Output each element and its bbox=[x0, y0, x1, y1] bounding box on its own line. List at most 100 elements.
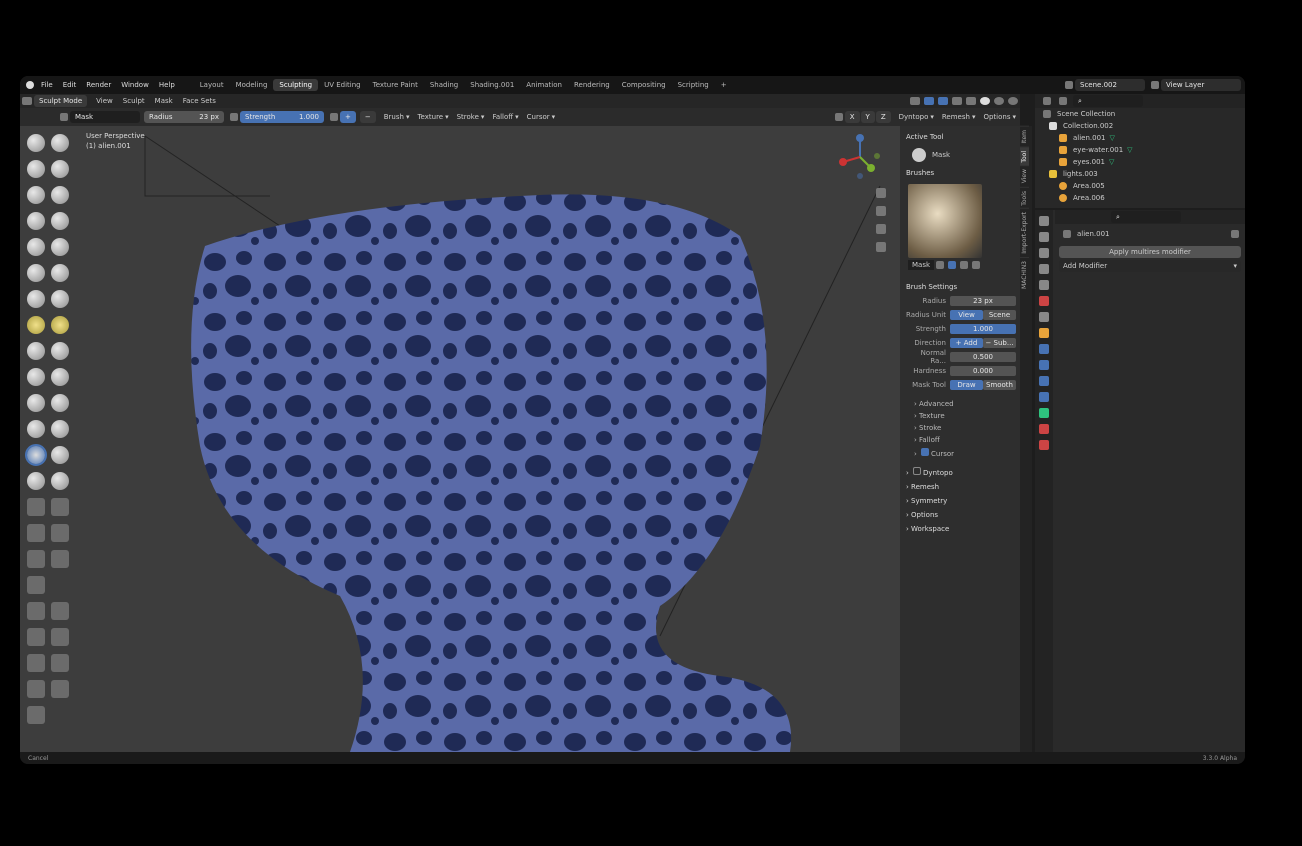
direction-subtract[interactable]: − Sub... bbox=[983, 338, 1016, 348]
cursor-subpanel[interactable]: › Cursor bbox=[900, 446, 1020, 460]
fill-brush-icon[interactable] bbox=[51, 264, 69, 282]
camera-icon[interactable] bbox=[876, 224, 886, 234]
output-tab-icon[interactable] bbox=[1039, 248, 1049, 258]
dyntopo-panel[interactable]: › Dyntopo bbox=[900, 464, 1020, 480]
dyntopo-checkbox[interactable] bbox=[913, 467, 922, 475]
physics-tab-icon[interactable] bbox=[1039, 376, 1049, 386]
properties-search-input[interactable]: ⌕ bbox=[1111, 211, 1181, 223]
move-tool-icon[interactable] bbox=[27, 654, 45, 672]
texture-tab-icon[interactable] bbox=[1039, 440, 1049, 450]
menu-window[interactable]: Window bbox=[116, 81, 154, 89]
advanced-subpanel[interactable]: › Advanced bbox=[900, 398, 1020, 410]
mesh-filter-icon[interactable] bbox=[27, 602, 45, 620]
menu-render[interactable]: Render bbox=[81, 81, 116, 89]
display-mode-icon[interactable] bbox=[1043, 97, 1051, 105]
brush-name-field[interactable]: Mask bbox=[70, 111, 140, 123]
mode-selector[interactable]: Sculpt Mode bbox=[34, 95, 88, 107]
slide-relax-brush-icon[interactable] bbox=[27, 420, 45, 438]
close-icon[interactable] bbox=[972, 261, 981, 269]
outliner-row[interactable]: eyes.001 ▽ bbox=[1035, 156, 1245, 168]
outliner-row[interactable]: Area.005 bbox=[1035, 180, 1245, 192]
crease-brush-icon[interactable] bbox=[27, 238, 45, 256]
tool-tab-icon[interactable] bbox=[1039, 216, 1049, 226]
cursor-dropdown[interactable]: Cursor ▾ bbox=[523, 113, 560, 121]
workspace-panel[interactable]: › Workspace bbox=[900, 522, 1020, 536]
editor-type-icon[interactable] bbox=[22, 97, 32, 105]
axis-z-toggle[interactable]: Z bbox=[875, 111, 891, 123]
dyntopo-dropdown[interactable]: Dyntopo ▾ bbox=[895, 113, 938, 121]
tab-rendering[interactable]: Rendering bbox=[568, 79, 616, 91]
line-project-icon[interactable] bbox=[27, 576, 45, 594]
3d-viewport[interactable]: User Perspective (1) alien.001 bbox=[20, 126, 1020, 752]
tab-shading-001[interactable]: Shading.001 bbox=[464, 79, 520, 91]
menu-file[interactable]: File bbox=[36, 81, 58, 89]
scene-tab-icon[interactable] bbox=[1039, 280, 1049, 290]
axis-y-toggle[interactable]: Y bbox=[860, 111, 875, 123]
direction-add[interactable]: + Add bbox=[950, 338, 983, 348]
axis-x-toggle[interactable]: X bbox=[844, 111, 860, 123]
outliner-row[interactable]: alien.001 ▽ bbox=[1035, 132, 1245, 144]
boundary-brush-icon[interactable] bbox=[51, 420, 69, 438]
render-tab-icon[interactable] bbox=[1039, 232, 1049, 242]
box-hide-icon[interactable] bbox=[51, 524, 69, 542]
shading-wireframe-icon[interactable] bbox=[966, 97, 976, 105]
rotate-tool-icon[interactable] bbox=[51, 654, 69, 672]
xray-icon[interactable] bbox=[952, 97, 962, 105]
tab-compositing[interactable]: Compositing bbox=[616, 79, 672, 91]
modifier-tab-icon[interactable] bbox=[1039, 344, 1049, 354]
elastic-deform-brush-icon[interactable] bbox=[27, 342, 45, 360]
material-tab-icon[interactable] bbox=[1039, 424, 1049, 434]
tab-scripting[interactable]: Scripting bbox=[672, 79, 715, 91]
mask-brush-icon[interactable] bbox=[25, 444, 47, 466]
strength-field[interactable]: Strength 1.000 bbox=[240, 111, 324, 123]
flatten-brush-icon[interactable] bbox=[27, 264, 45, 282]
navigation-gizmo[interactable] bbox=[835, 132, 885, 182]
menu-mask[interactable]: Mask bbox=[150, 97, 178, 105]
clay-brush-icon[interactable] bbox=[27, 160, 45, 178]
transform-tool-icon[interactable] bbox=[51, 680, 69, 698]
add-modifier-dropdown[interactable]: Add Modifier ▾ bbox=[1059, 260, 1241, 272]
collection-tab-icon[interactable] bbox=[1039, 312, 1049, 322]
brush-preview[interactable] bbox=[908, 184, 982, 258]
blender-logo-icon[interactable] bbox=[26, 81, 34, 89]
world-tab-icon[interactable] bbox=[1039, 296, 1049, 306]
falloff-subpanel[interactable]: › Falloff bbox=[900, 434, 1020, 446]
rotate-brush-icon[interactable] bbox=[51, 394, 69, 412]
shading-material-icon[interactable] bbox=[994, 97, 1004, 105]
object-types-icon[interactable] bbox=[910, 97, 920, 105]
box-face-set-icon[interactable] bbox=[27, 550, 45, 568]
mask-tool-smooth[interactable]: Smooth bbox=[983, 380, 1016, 390]
draw-sharp-brush-icon[interactable] bbox=[51, 134, 69, 152]
gizmo-icon[interactable] bbox=[924, 97, 934, 105]
tab-texture-paint[interactable]: Texture Paint bbox=[367, 79, 424, 91]
view-layer-tab-icon[interactable] bbox=[1039, 264, 1049, 274]
scrape-brush-icon[interactable] bbox=[27, 290, 45, 308]
mask-tool-draw[interactable]: Draw bbox=[950, 380, 983, 390]
pressure-icon[interactable] bbox=[230, 113, 238, 121]
fake-user-icon[interactable] bbox=[936, 261, 945, 269]
scene-field[interactable]: Scene.002 bbox=[1075, 79, 1145, 91]
falloff-dropdown[interactable]: Falloff ▾ bbox=[488, 113, 522, 121]
pinch-brush-icon[interactable] bbox=[27, 316, 45, 334]
tab-view[interactable]: View bbox=[1020, 165, 1029, 187]
hardness-value[interactable]: 0.000 bbox=[950, 366, 1016, 376]
outliner-row[interactable]: Area.006 bbox=[1035, 192, 1245, 204]
apply-multires-button[interactable]: Apply multires modifier bbox=[1059, 246, 1241, 258]
scene-collection-row[interactable]: Scene Collection bbox=[1035, 108, 1245, 120]
blob-brush-icon[interactable] bbox=[51, 212, 69, 230]
view-layer-field[interactable]: View Layer bbox=[1161, 79, 1241, 91]
remesh-panel[interactable]: › Remesh bbox=[900, 480, 1020, 494]
active-tool-header[interactable]: Active Tool bbox=[900, 130, 1020, 144]
pose-brush-icon[interactable] bbox=[51, 368, 69, 386]
nudge-brush-icon[interactable] bbox=[27, 394, 45, 412]
paint-brush-icon[interactable] bbox=[27, 498, 45, 516]
particles-tab-icon[interactable] bbox=[1039, 360, 1049, 370]
cloth-filter-icon[interactable] bbox=[51, 602, 69, 620]
outliner-row[interactable]: eye-water.001 ▽ bbox=[1035, 144, 1245, 156]
multiplane-scrape-brush-icon[interactable] bbox=[51, 290, 69, 308]
cursor-checkbox[interactable] bbox=[921, 448, 930, 456]
radius-row-value[interactable]: 23 px bbox=[950, 296, 1016, 306]
options-panel[interactable]: › Options bbox=[900, 508, 1020, 522]
snake-hook-brush-icon[interactable] bbox=[51, 342, 69, 360]
add-workspace-button[interactable]: + bbox=[715, 79, 733, 91]
